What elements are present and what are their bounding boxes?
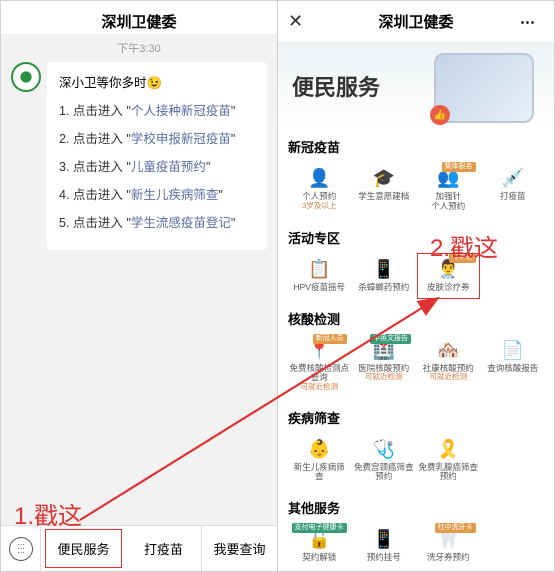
service-cell[interactable]: 📱 预约挂号 <box>353 523 416 569</box>
cell-badge: 支付电子健康卡 <box>292 523 347 533</box>
left-header-title: 深圳卫健委 <box>1 1 277 34</box>
service-cell[interactable]: 社中洗牙卡🦷洗牙券预约 <box>417 523 480 569</box>
cell-badge: 中英文报告 <box>370 334 411 344</box>
service-icon: 🩺 <box>354 439 415 461</box>
chat-link[interactable]: 儿童疫苗预约 <box>131 160 206 174</box>
chat-link[interactable]: 个人接种新冠疫苗 <box>131 104 231 118</box>
service-section: 新冠疫苗 👤个人预约3岁及以上🎓 学生意愿建档集体报名👥加强针个人预约💉 打疫苗 <box>278 129 554 220</box>
cell-label: 洗牙券预约 <box>418 553 479 563</box>
service-icon: 🏘️ <box>418 340 479 362</box>
services-panel: ✕ 深圳卫健委 ⋯ 便民服务 新冠疫苗👤个人预约3岁及以上🎓学生意愿建档集体报名… <box>278 1 554 571</box>
cell-label: 免费乳腺癌筛查预约 <box>418 463 479 483</box>
cell-sublabel: 可就近检测 <box>289 383 350 392</box>
service-section: 核酸检测新冠人员📍免费核酸检测点查询可就近检测中英文报告🏥医院核酸预约可就近检测… <box>278 301 554 400</box>
keyboard-toggle-button[interactable]: ⋯⋯⋯ <box>1 526 41 572</box>
chat-link[interactable]: 学校申报新冠疫苗 <box>131 132 231 146</box>
cell-label: 免费核酸检测点查询 <box>289 364 350 384</box>
service-icon: 📱 <box>354 259 415 281</box>
service-icon: 💉 <box>483 168 544 190</box>
empty-cell <box>482 433 545 489</box>
service-cell[interactable]: 🏘️社康核酸预约可就近检测 <box>417 334 480 398</box>
service-cell[interactable]: 📱 杀蟑螂药预约 <box>353 253 416 299</box>
cell-badge: 新冠人员 <box>313 334 347 344</box>
cell-label: 免费宫颈癌筛查预约 <box>354 463 415 483</box>
cell-label: 新生儿疾病筛查 <box>289 463 350 483</box>
chat-link-line: 3. 点击进入 "儿童疫苗预约" <box>59 156 255 175</box>
cell-label: HPV疫苗摇号 <box>289 283 350 293</box>
cell-badge: 可申领 <box>449 253 476 263</box>
phone-illustration-icon <box>434 53 534 123</box>
chat-link-line: 5. 点击进入 "学生流感疫苗登记" <box>59 212 255 231</box>
chat-link[interactable]: 学生流感疫苗登记 <box>131 216 231 230</box>
chat-bubble: 深小卫等你多时😉 1. 点击进入 "个人接种新冠疫苗" 2. 点击进入 "学校申报… <box>47 62 267 250</box>
service-icon: 🎗️ <box>418 439 479 461</box>
cell-sublabel: 3岁及以上 <box>289 202 350 211</box>
chat-link-line: 4. 点击进入 "新生儿疾病筛查" <box>59 184 255 203</box>
service-icon: 📱 <box>354 529 415 551</box>
menu-services-button[interactable]: 便民服务 <box>45 529 122 568</box>
more-icon[interactable]: ⋯ <box>520 13 544 31</box>
section-title: 核酸检测 <box>288 309 544 328</box>
chat-link-line: 2. 点击进入 "学校申报新冠疫苗" <box>59 128 255 147</box>
service-cell[interactable]: 🎗️免费乳腺癌筛查预约 <box>417 433 480 489</box>
cell-badge: 社中洗牙卡 <box>435 523 476 533</box>
cell-label: 预约挂号 <box>354 553 415 563</box>
service-icon: 🎓 <box>354 168 415 190</box>
cell-label: 加强针个人预约 <box>418 192 479 212</box>
service-cell[interactable]: 📋 HPV疫苗摇号 <box>288 253 351 299</box>
empty-cell <box>482 523 545 569</box>
hero-title: 便民服务 <box>292 70 380 102</box>
wink-emoji-icon: 😉 <box>147 76 163 91</box>
service-section: 活动专区 📋 HPV疫苗摇号 📱 杀蟑螂药预约可申领👨‍⚕️皮肤诊疗券 <box>278 220 554 301</box>
chat-timestamp: 下午3:30 <box>1 34 277 62</box>
service-cell[interactable]: 👤个人预约3岁及以上 <box>288 162 351 218</box>
empty-cell <box>482 253 545 299</box>
cell-label: 打疫苗 <box>483 192 544 202</box>
service-cell[interactable]: 👶新生儿疾病筛查 <box>288 433 351 489</box>
section-title: 其他服务 <box>288 498 544 517</box>
service-cell[interactable]: 🎓 学生意愿建档 <box>353 162 416 218</box>
cell-label: 学生意愿建档 <box>354 192 415 202</box>
service-cell[interactable]: 📄 查询核酸报告 <box>482 334 545 398</box>
service-cell[interactable]: 💉 打疫苗 <box>482 162 545 218</box>
service-cell[interactable]: 可申领👨‍⚕️皮肤诊疗券 <box>417 253 480 299</box>
service-section: 其他服务支付电子健康卡🔓契约解锁📱 预约挂号社中洗牙卡🦷洗牙券预约 <box>278 490 554 571</box>
service-cell[interactable]: 集体报名👥加强针个人预约 <box>417 162 480 218</box>
cell-badge: 集体报名 <box>442 162 476 172</box>
right-header-title: 深圳卫健委 <box>312 11 520 32</box>
service-icon: 👤 <box>289 168 350 190</box>
greeting-text: 深小卫等你多时 <box>59 76 147 90</box>
section-title: 活动专区 <box>288 228 544 247</box>
bottom-menu: ⋯⋯⋯ 便民服务 打疫苗 我要查询 <box>1 525 277 571</box>
chat-panel: 深圳卫健委 下午3:30 深小卫等你多时😉 1. 点击进入 "个人接种新冠疫苗"… <box>1 1 278 571</box>
cell-label: 皮肤诊疗券 <box>418 283 479 293</box>
service-icon: 👶 <box>289 439 350 461</box>
chat-link-line: 1. 点击进入 "个人接种新冠疫苗" <box>59 100 255 119</box>
service-cell[interactable]: 🩺免费宫颈癌筛查预约 <box>353 433 416 489</box>
close-icon[interactable]: ✕ <box>288 11 312 32</box>
section-title: 新冠疫苗 <box>288 137 544 156</box>
cell-label: 契约解锁 <box>289 553 350 563</box>
service-cell[interactable]: 中英文报告🏥医院核酸预约可就近检测 <box>353 334 416 398</box>
cell-label: 杀蟑螂药预约 <box>354 283 415 293</box>
section-title: 疾病筛查 <box>288 408 544 427</box>
service-cell[interactable]: 支付电子健康卡🔓契约解锁 <box>288 523 351 569</box>
service-cell[interactable]: 新冠人员📍免费核酸检测点查询可就近检测 <box>288 334 351 398</box>
menu-vaccine-button[interactable]: 打疫苗 <box>126 526 202 571</box>
chat-link[interactable]: 新生儿疾病筛查 <box>131 188 219 202</box>
cell-sublabel: 可就近检测 <box>418 373 479 382</box>
avatar-icon <box>11 62 41 92</box>
menu-query-button[interactable]: 我要查询 <box>202 526 277 571</box>
service-icon: 📄 <box>483 340 544 362</box>
service-icon: 📋 <box>289 259 350 281</box>
hero-banner: 便民服务 <box>278 43 554 129</box>
cell-label: 查询核酸报告 <box>483 364 544 374</box>
cell-sublabel: 可就近检测 <box>354 373 415 382</box>
service-section: 疾病筛查 👶新生儿疾病筛查🩺免费宫颈癌筛查预约🎗️免费乳腺癌筛查预约 <box>278 400 554 491</box>
